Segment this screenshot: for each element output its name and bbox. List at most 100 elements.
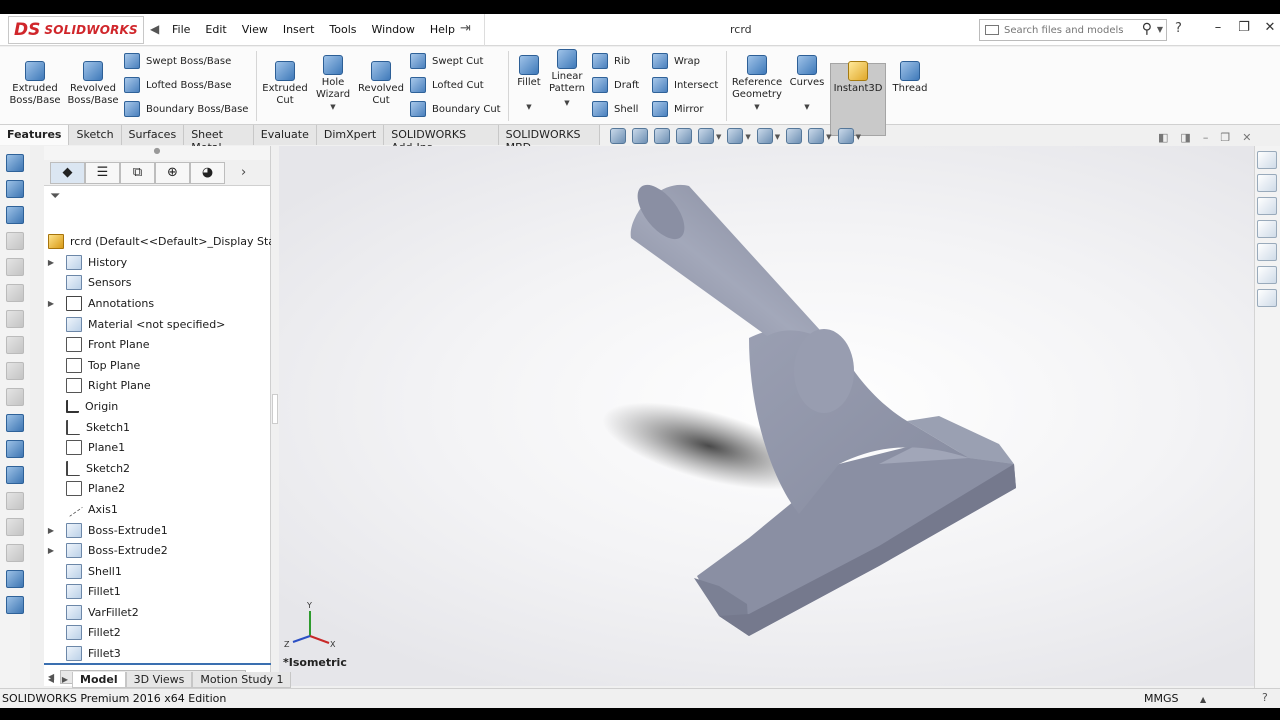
extruded-cut-button[interactable]: Extruded Cut <box>260 61 310 107</box>
swept-cut-button[interactable]: Swept Cut <box>410 53 483 69</box>
tree-item-front-plane[interactable]: Front Plane <box>44 334 271 355</box>
tree-item-sketch1[interactable]: Sketch1 <box>44 417 271 438</box>
tree-item-boss-extrude1[interactable]: ▶ Boss-Extrude1 <box>44 520 271 541</box>
boundary-boss-button[interactable]: Boundary Boss/Base <box>124 101 248 117</box>
lofted-cut-button[interactable]: Lofted Cut <box>410 77 484 93</box>
mirror-button[interactable]: Mirror <box>652 101 703 117</box>
tree-item-plane1[interactable]: Plane1 <box>44 437 271 458</box>
tab-features[interactable]: Features <box>0 125 70 145</box>
solidworks-resources-icon[interactable] <box>1257 151 1277 169</box>
menu-view[interactable]: View <box>242 23 268 36</box>
expand-arrow-icon[interactable]: ▶ <box>44 546 58 555</box>
search-icon[interactable]: ⚲ <box>1142 21 1152 37</box>
expand-arrow-icon[interactable]: ▶ <box>44 526 58 535</box>
swept-boss-button[interactable]: Swept Boss/Base <box>124 53 231 69</box>
dome-shortcut-icon[interactable] <box>6 570 24 588</box>
rib-button[interactable]: Rib <box>592 53 630 69</box>
tree-item-boss-extrude2[interactable]: ▶ Boss-Extrude2 <box>44 540 271 561</box>
status-help-icon[interactable]: ? <box>1262 691 1268 704</box>
tree-item-varfillet2[interactable]: VarFillet2 <box>44 602 271 623</box>
tree-item-shell1[interactable]: Shell1 <box>44 561 271 582</box>
tab-solidworks-mbd[interactable]: SOLIDWORKS MBD <box>498 125 600 154</box>
axis-shortcut-icon[interactable] <box>6 492 24 510</box>
reference-geometry-dropdown-icon[interactable]: ▼ <box>730 101 784 113</box>
solidworks-forum-icon[interactable] <box>1257 289 1277 307</box>
custom-properties-icon[interactable] <box>1257 266 1277 284</box>
display-style-dropdown-icon[interactable]: ▼ <box>745 133 750 144</box>
expand-arrow-icon[interactable]: ▶ <box>44 258 58 267</box>
tree-item-fillet1[interactable]: Fillet1 <box>44 582 271 603</box>
hole-wizard-button[interactable]: Hole Wizard ▼ <box>310 55 356 113</box>
edit-appearance-icon[interactable] <box>786 128 803 144</box>
previous-view-icon[interactable] <box>654 128 670 144</box>
fillet-button[interactable]: Fillet ▼ <box>512 55 546 113</box>
thread-button[interactable]: Thread <box>888 61 932 95</box>
boundary-shortcut-icon[interactable] <box>6 284 24 302</box>
linear-pattern-dropdown-icon[interactable]: ▼ <box>546 97 588 109</box>
tree-item-origin[interactable]: Origin <box>44 396 271 417</box>
wrap-shortcut-icon[interactable] <box>6 544 24 562</box>
tree-item-sketch2[interactable]: Sketch2 <box>44 458 271 479</box>
cut-shortcut-icon[interactable] <box>6 206 24 224</box>
extruded-boss-button[interactable]: Extruded Boss/Base <box>8 61 62 107</box>
instant3d-button[interactable]: Instant3D <box>830 61 886 95</box>
shell-shortcut-icon[interactable] <box>6 362 24 380</box>
panel-collapse-dot[interactable]: ● <box>44 146 270 160</box>
tree-item-axis1[interactable]: Axis1 <box>44 499 271 520</box>
tab-model[interactable]: Model <box>72 672 126 688</box>
hide-show-dropdown-icon[interactable]: ▼ <box>775 133 780 144</box>
curves-button[interactable]: Curves ▼ <box>788 55 826 113</box>
dynamic-annotation-icon[interactable] <box>698 128 714 144</box>
move-face-shortcut-icon[interactable] <box>6 596 24 614</box>
tree-filter-icon[interactable]: ⏷ <box>44 186 270 208</box>
view-settings-icon[interactable] <box>837 128 854 144</box>
rollback-bar[interactable] <box>44 663 271 665</box>
expand-arrow-icon[interactable]: ▶ <box>44 299 58 308</box>
chamfer-shortcut-icon[interactable] <box>6 336 24 354</box>
property-manager-tab-icon[interactable]: ☰ <box>85 161 120 184</box>
mirror-shortcut-icon[interactable] <box>6 440 24 458</box>
menu-file[interactable]: File <box>172 23 190 36</box>
graphics-area[interactable]: Y X Z *Isometric <box>279 146 1254 686</box>
tab-3d-views[interactable]: 3D Views <box>125 672 193 688</box>
tree-item-top-plane[interactable]: Top Plane <box>44 355 271 376</box>
loft-shortcut-icon[interactable] <box>6 258 24 276</box>
splitter-grip[interactable] <box>272 394 278 424</box>
tree-root-part[interactable]: rcrd (Default<<Default>_Display State 1>… <box>44 230 271 252</box>
reference-geometry-button[interactable]: Reference Geometry ▼ <box>730 55 784 113</box>
tab-scroll-right-icon[interactable]: ▶ <box>58 672 72 688</box>
pattern-shortcut-icon[interactable] <box>6 414 24 432</box>
display-style-icon[interactable] <box>727 128 744 144</box>
help-icon[interactable]: ? <box>1175 21 1182 36</box>
unit-system-dropdown-icon[interactable]: ▲ <box>1200 695 1206 704</box>
menu-toggle-arrow-icon[interactable]: ◀ <box>150 22 159 36</box>
tree-item-history[interactable]: ▶ History <box>44 252 271 273</box>
appearances-icon[interactable] <box>1257 243 1277 261</box>
tree-item-material[interactable]: Material <not specified> <box>44 314 271 335</box>
menu-edit[interactable]: Edit <box>205 23 226 36</box>
viewport-minimize-icon[interactable]: – <box>1203 131 1209 144</box>
tree-item-sensors[interactable]: Sensors <box>44 273 271 294</box>
revolved-boss-button[interactable]: Revolved Boss/Base <box>66 61 120 107</box>
panel-splitter[interactable] <box>271 146 279 686</box>
revolve-shortcut-icon[interactable] <box>6 180 24 198</box>
tab-motion-study-1[interactable]: Motion Study 1 <box>192 672 292 688</box>
hole-wizard-dropdown-icon[interactable]: ▼ <box>310 101 356 113</box>
configuration-manager-tab-icon[interactable]: ⧉ <box>120 161 155 184</box>
tab-solidworks-add-ins[interactable]: SOLIDWORKS Add-Ins <box>384 125 499 154</box>
search-dropdown-icon[interactable]: ▼ <box>1157 25 1163 34</box>
zoom-to-fit-icon[interactable] <box>610 128 626 144</box>
curves-dropdown-icon[interactable]: ▼ <box>788 101 826 113</box>
apply-scene-icon[interactable] <box>808 128 825 144</box>
tab-sheet-metal[interactable]: Sheet Metal <box>184 125 254 154</box>
tab-scroll-left-icon[interactable]: ◀ <box>44 672 58 688</box>
menu-window[interactable]: Window <box>372 23 415 36</box>
viewport-close-icon[interactable]: ✕ <box>1242 131 1251 144</box>
dimxpert-manager-tab-icon[interactable]: ⊕ <box>155 161 190 184</box>
more-tabs-chevron-icon[interactable]: › <box>241 165 246 180</box>
hide-show-items-icon[interactable] <box>756 128 773 144</box>
featuremanager-tree-tab-icon[interactable]: ◆ <box>50 161 85 184</box>
tree-item-right-plane[interactable]: Right Plane <box>44 376 271 397</box>
unit-system[interactable]: MMGS <box>1144 692 1179 705</box>
view-settings-dropdown-icon[interactable]: ▼ <box>856 133 861 144</box>
